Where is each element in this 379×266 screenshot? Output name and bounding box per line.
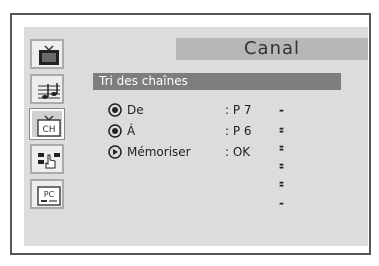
radio-dot-icon	[108, 103, 122, 117]
menu-title: Canal	[243, 38, 301, 59]
menu-sidebar: CH PC	[29, 39, 68, 214]
row-store-value: : OK	[225, 145, 251, 159]
pc-icon-label: PC	[44, 190, 55, 199]
channel-tv-label: CH	[42, 125, 55, 135]
sidebar-item-sound[interactable]	[30, 74, 64, 104]
sound-note-icon	[38, 83, 60, 99]
channel-tv-icon: CH	[37, 115, 61, 137]
sidebar-item-picture[interactable]	[30, 39, 64, 69]
tv-picture-icon	[39, 45, 59, 65]
sidebar-item-channel[interactable]: CH	[29, 108, 65, 140]
row-from-label: De	[127, 103, 144, 117]
sidebar-item-pc[interactable]: PC	[30, 179, 64, 209]
row-to-placeholder: -----	[279, 124, 285, 210]
play-triangle-icon	[108, 145, 122, 159]
section-header-label: Tri des chaînes	[99, 74, 188, 88]
pc-icon: PC	[37, 186, 61, 206]
setup-hand-icon	[38, 153, 60, 169]
sidebar-item-setup[interactable]	[30, 144, 64, 174]
radio-dot-icon	[108, 124, 122, 138]
row-to-value: : P 6	[225, 124, 252, 138]
row-store-label: Mémoriser	[127, 145, 191, 159]
row-from-value: : P 7	[225, 103, 252, 117]
row-to-label: Á	[127, 124, 136, 138]
